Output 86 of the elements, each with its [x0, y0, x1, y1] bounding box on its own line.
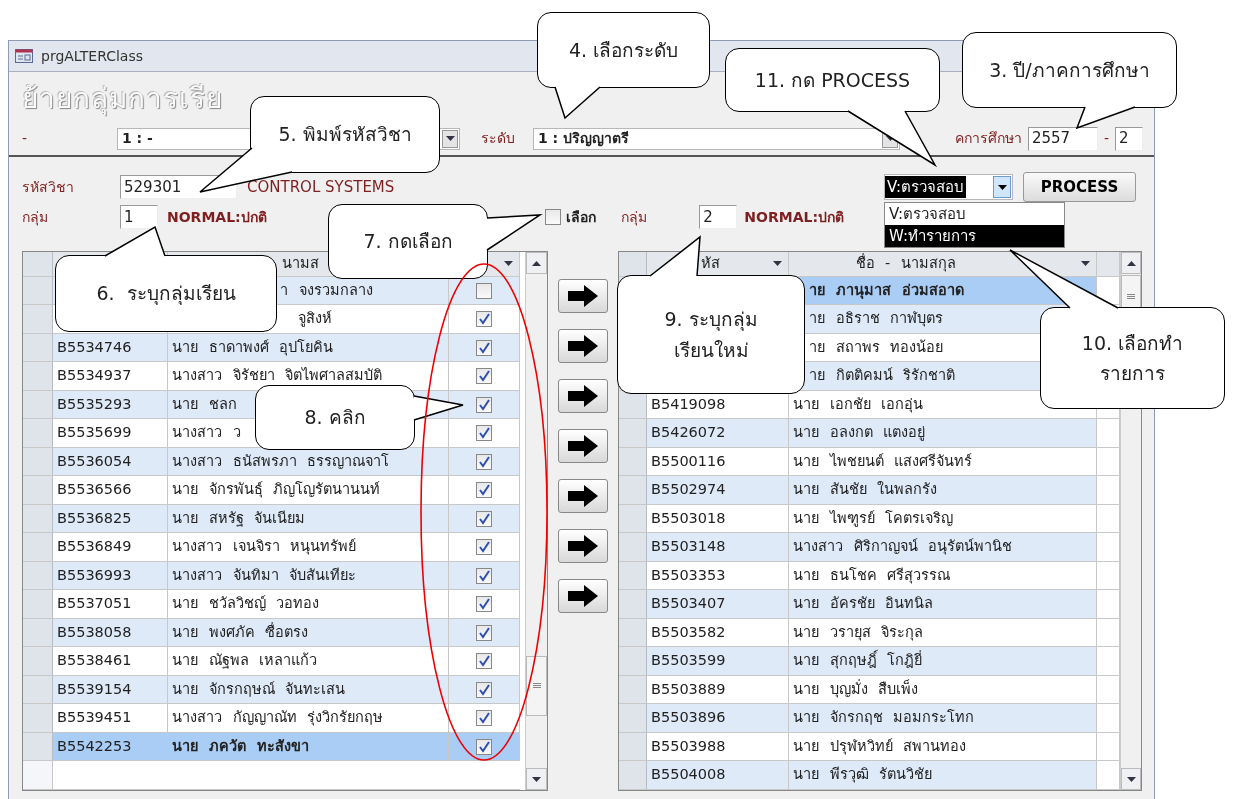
callout-text: 9. ระบุกลุ่ม [664, 307, 758, 333]
callout-text: 4. เลือกระดับ [568, 37, 679, 63]
table-cell-text: นาย สันชัย ในพลกรัง [793, 480, 938, 500]
table-cell-text: นาย บุญมั่ง สืบเพ็ง [793, 678, 919, 700]
table-cell-text: าย ภานุมาส อ่วมสอาด [809, 280, 965, 301]
callout-text: 6. ระบุกลุ่มเรียน [96, 281, 236, 307]
table-cell-text: นาย จักรกฤช มอมกระโทก [793, 708, 975, 728]
select-label: เลือก [566, 207, 597, 227]
table-cell-text: B5503988 [651, 736, 726, 756]
table-cell-text: นางสาว เจนจิรา หนุนทรัพย์ [172, 537, 357, 557]
table-cell-text: นาย ไพฑูรย์ โคตรเจริญ [793, 508, 954, 529]
group-type: NORMAL:ปกติ [167, 207, 267, 227]
table-cell-text: นางสาว กัญญาณัท รุ่งวิกรัยกฤษ [172, 708, 384, 728]
table-cell-text: B5500116 [651, 451, 726, 471]
table-cell-text: นางสาว ธนัสพรภา ธรรญาณจาโ [172, 451, 390, 471]
table-cell-text: B5426072 [651, 423, 726, 443]
table-cell-text: B5536825 [57, 508, 132, 528]
table-cell-text: นาย ไพชยนต์ แสงศรีจันทร์ [793, 451, 973, 471]
table-cell-text: นาย อลงกต แตงอยู่ [793, 423, 926, 443]
table-cell-text: B5503353 [651, 565, 726, 585]
group-label: กลุ่ม [621, 207, 649, 228]
table-cell-text: นางสาว จิรัชยา จิตไพศาลสมบัติ [172, 366, 383, 386]
table-cell: นาย สุกฤษฎิ์ โกฎิยี่ [793, 650, 923, 673]
callout-text: 11. กด PROCESS [754, 67, 911, 93]
table-cell-text: B5503148 [651, 537, 726, 557]
table-cell-text: B5536993 [57, 565, 132, 585]
table-cell-text: นาย ชวัลวิชญ์ วอทอง [172, 594, 320, 614]
table-cell-text: B5538058 [57, 622, 132, 642]
table-cell-text: B5503896 [651, 708, 726, 728]
table-cell-text: นาย ธาดาพงศ์ อุปโยคิน [172, 337, 334, 358]
table-cell-text: นาย ธนโชค ศรีสุวรรณ [793, 565, 951, 586]
table-cell-text: B5538461 [57, 651, 132, 671]
table-cell-text: นาย อัครชัย อินทนิล [793, 594, 934, 614]
table-cell-text: B5542253 [57, 736, 132, 756]
table-cell-text: B5502974 [651, 480, 726, 500]
table-cell-text: B5503599 [651, 651, 726, 671]
callout-text: 7. กดเลือก [363, 229, 453, 255]
course-name: CONTROL SYSTEMS [247, 176, 395, 198]
table-cell-text: นาย จักรพันธุ์ ภิญโญรัตนานนท์ [172, 480, 381, 500]
table-cell-text: B5503018 [651, 508, 726, 528]
table-cell-text: B5503407 [651, 594, 726, 614]
table-cell-text: B5419098 [651, 394, 726, 414]
callout-text: 3. ปี/ภาคการศึกษา [989, 57, 1150, 83]
table-cell-text: นางสาว จันทิมา จับสันเทียะ [172, 565, 357, 585]
table-cell-text: นาย พีรวุฒิ รัตนวิชัย [793, 765, 933, 785]
table-cell-text: าย อธิราช กาฬบุตร [809, 309, 944, 329]
table-cell-text: B5536849 [57, 537, 132, 557]
separator-text: - [1103, 129, 1109, 148]
table-cell-text: B5503889 [651, 679, 726, 699]
table-cell-text: จูสิงห์ [298, 309, 332, 329]
table-cell-text: B5536054 [57, 451, 132, 471]
filter-label: - [22, 129, 29, 148]
course-code-label: รหัสวิชา [22, 177, 75, 197]
table-cell-text: นาย พงศภัค ซื่อตรง [172, 621, 309, 642]
level-label: ระดับ [481, 129, 516, 148]
table-cell-text: B5534937 [57, 366, 132, 386]
callout-text: 8. คลิก [304, 405, 366, 431]
table-cell-text: B5539154 [57, 679, 132, 699]
table-cell-text: นาย ภควัต ทะสังขา [172, 736, 310, 756]
table-cell-text: นาย วรายุส จิระกุล [793, 622, 924, 643]
table-cell-text: B5534746 [57, 337, 132, 357]
table-cell-text: B5535293 [57, 394, 132, 414]
table-cell-text: นาย ชลก [172, 394, 237, 414]
table-cell-text: นางสาว ศิริกาญจน์ อนุรัตน์พานิช [793, 537, 1013, 557]
table-cell-text: B5535699 [57, 423, 132, 443]
table-cell-text: B5536566 [57, 480, 132, 500]
group-type: NORMAL:ปกติ [744, 207, 844, 227]
group-label: กลุ่ม [22, 207, 49, 228]
table-cell-text: B5503582 [651, 622, 726, 642]
table-cell-text: นาย เอกชัย เอกอุ่น [793, 394, 924, 415]
table-cell-text: นาย สหรัฐ จันเนียม [172, 508, 306, 529]
table-cell-text: าย กิตติคมน์ ริรักชาติ [809, 366, 956, 386]
table-cell-text: นางสาว ว [172, 423, 241, 443]
table-cell-text: B5504008 [651, 765, 726, 785]
table-cell-text: า จงรวมกลาง [280, 280, 373, 300]
callout-text: รายการ [1100, 361, 1165, 386]
table-cell-text: าย สถาพร ทองน้อย [809, 337, 944, 357]
table-cell-text: B5539451 [57, 708, 132, 728]
callout-text: เรียนใหม่ [673, 337, 749, 363]
table-cell-text: นาย จักรกฤษณ์ จันทะเสน [172, 679, 346, 699]
table-cell-text: นาย ณัฐพล เหลาแก้ว [172, 651, 318, 671]
term-label: คการศึกษา [954, 129, 1022, 148]
form-title: ย้ายกลุ่มการเรีย [22, 82, 223, 115]
window-title: prgALTERClass [41, 46, 143, 66]
table-cell-text: นาย ปรุฬหวิทย์ สพานทอง [793, 736, 967, 757]
table-cell-text: B5537051 [57, 594, 132, 614]
